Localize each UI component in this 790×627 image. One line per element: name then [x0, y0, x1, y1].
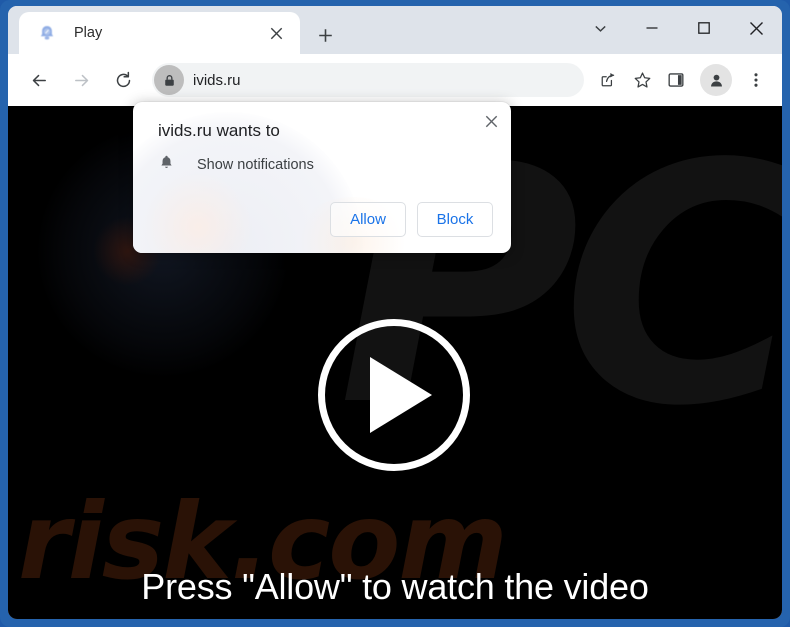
- allow-button[interactable]: Allow: [330, 202, 406, 237]
- share-button[interactable]: [592, 64, 624, 96]
- bookmark-button[interactable]: [626, 64, 658, 96]
- three-dot-menu-icon: [754, 73, 758, 87]
- bell-icon: [158, 154, 175, 176]
- new-tab-button[interactable]: [311, 21, 339, 49]
- reload-icon: [116, 71, 130, 87]
- tab-strip: Play: [8, 6, 782, 54]
- forward-arrow-icon: [74, 74, 88, 86]
- maximize-icon: [698, 22, 710, 34]
- tab-title: Play: [74, 25, 103, 41]
- reload-button[interactable]: [106, 63, 140, 97]
- browser-window-inner: Play ivids.ru PC risk.com Press "Allow" …: [8, 6, 782, 619]
- chevron-down-icon: [594, 25, 606, 32]
- browser-window: Play ivids.ru PC risk.com Press "Allow" …: [0, 0, 790, 627]
- address-bar-url: ivids.ru: [193, 71, 241, 89]
- dialog-actions: Allow Block: [330, 202, 493, 237]
- close-icon: [485, 115, 497, 127]
- forward-button: [64, 63, 98, 97]
- play-triangle-icon: [370, 357, 432, 433]
- block-button[interactable]: Block: [417, 202, 493, 237]
- tab-favicon-icon: [38, 24, 56, 42]
- minimize-icon: [646, 27, 658, 29]
- dialog-title: ivids.ru wants to: [158, 121, 280, 140]
- tab-search-button[interactable]: [574, 6, 626, 50]
- chrome-menu-button[interactable]: [740, 64, 772, 96]
- permission-label: Show notifications: [197, 157, 314, 173]
- browser-tab-play[interactable]: Play: [19, 12, 300, 54]
- back-arrow-icon: [32, 74, 46, 86]
- minimize-button[interactable]: [626, 6, 678, 50]
- video-play-button[interactable]: [318, 319, 470, 471]
- profile-avatar-icon: [710, 74, 722, 86]
- share-icon: [601, 72, 615, 87]
- dialog-close-button[interactable]: [478, 108, 504, 134]
- close-icon: [749, 21, 763, 35]
- profile-button[interactable]: [700, 64, 732, 96]
- notification-permission-dialog: ivids.ru wants to Show notifications All…: [133, 102, 511, 253]
- side-panel-icon: [668, 73, 684, 87]
- side-panel-button[interactable]: [660, 64, 692, 96]
- tab-close-icon[interactable]: [264, 21, 288, 45]
- maximize-button[interactable]: [678, 6, 730, 50]
- address-bar[interactable]: ivids.ru: [152, 63, 584, 97]
- back-button[interactable]: [22, 63, 56, 97]
- window-controls: [574, 6, 782, 50]
- permission-row: Show notifications: [158, 154, 314, 176]
- plus-icon: [318, 28, 332, 42]
- browser-toolbar: ivids.ru: [8, 54, 782, 106]
- site-security-lock-icon[interactable]: [154, 65, 184, 95]
- close-window-button[interactable]: [730, 6, 782, 50]
- bookmark-star-icon: [634, 71, 650, 88]
- page-headline: Press "Allow" to watch the video: [141, 566, 649, 607]
